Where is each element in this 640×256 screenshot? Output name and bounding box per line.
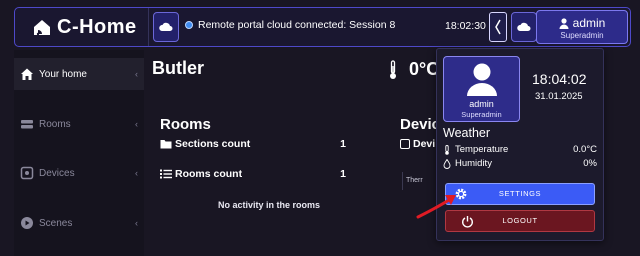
weather-title: Weather: [443, 126, 491, 140]
sidebar-item-label: Scenes: [39, 217, 73, 229]
avatar-icon: [466, 63, 497, 96]
devices-subtitle-text: Devi: [413, 138, 436, 150]
user-dropdown-panel: admin Superadmin 18:04:02 31.01.2025 Wea…: [436, 48, 604, 241]
sidebar: Your home ‹ Rooms ‹ Devices ‹ Scenes ‹: [14, 50, 144, 256]
rooms-count-value: 1: [340, 168, 346, 180]
cloud-status-button[interactable]: [153, 12, 179, 42]
sidebar-item-devices[interactable]: Devices ‹: [14, 157, 144, 189]
user-icon: [559, 17, 569, 29]
brand[interactable]: C-Home: [15, 8, 149, 46]
sections-count-label: Sections count: [175, 138, 251, 150]
cloud-icon: [517, 22, 531, 31]
logout-button-label: LOGOUT: [502, 216, 538, 225]
devices-card-title: Devic: [400, 116, 441, 133]
devices-icon: [20, 166, 34, 180]
weather-humidity-value: 0%: [583, 158, 597, 169]
user-role: Superadmin: [560, 31, 604, 40]
thermometer-icon: [445, 144, 449, 155]
folder-icon: [160, 140, 172, 149]
annotation-arrow-icon: [416, 195, 456, 219]
sections-count-value: 1: [340, 138, 346, 150]
list-icon: [160, 169, 172, 179]
devices-card-subtitle: Devi: [400, 138, 435, 150]
device-chip-thermostat[interactable]: Therr: [402, 172, 436, 190]
cloud-icon: [159, 22, 173, 31]
connection-notice: Remote portal cloud connected: Session 8: [185, 19, 395, 31]
chevron-left-icon: ‹: [135, 119, 138, 129]
device-box-icon: [400, 139, 410, 149]
connection-notice-text: Remote portal cloud connected: Session 8: [198, 19, 396, 31]
home-logo-icon: [34, 20, 50, 36]
panel-clock: 18:04:02: [532, 71, 587, 87]
weather-temperature-label: Temperature: [455, 144, 509, 155]
settings-button[interactable]: SETTINGS: [445, 183, 595, 205]
back-button[interactable]: [489, 12, 507, 42]
droplet-icon: [443, 158, 451, 169]
top-bar: C-Home Remote portal cloud connected: Se…: [14, 7, 631, 47]
profile-role: Superadmin: [461, 110, 502, 119]
sidebar-item-label: Devices: [39, 167, 75, 179]
sections-count-row: Sections count 1: [160, 138, 350, 150]
sidebar-item-rooms[interactable]: Rooms ‹: [14, 108, 144, 140]
power-icon: [462, 216, 473, 228]
chevron-left-icon: [495, 19, 501, 35]
connection-status-icon: [185, 21, 193, 29]
weather-humidity-label: Humidity: [455, 158, 492, 169]
chevron-left-icon: ‹: [135, 69, 138, 79]
user-name: admin: [572, 16, 606, 30]
rooms-empty-text: No activity in the rooms: [218, 200, 321, 210]
page-title: Butler: [152, 58, 205, 78]
weather-humidity-row: Humidity 0%: [443, 158, 597, 169]
rooms-card: Rooms Sections count 1 Rooms count 1: [160, 116, 360, 180]
sidebar-item-label: Rooms: [39, 118, 71, 130]
rooms-count-row: Rooms count 1: [160, 168, 350, 180]
chevron-left-icon: ‹: [135, 168, 138, 178]
sidebar-item-scenes[interactable]: Scenes ‹: [14, 207, 144, 239]
weather-temperature-row: Temperature 0.0°C: [443, 144, 597, 155]
panel-date: 31.01.2025: [535, 91, 583, 102]
brand-name: C-Home: [57, 15, 137, 38]
profile-name: admin: [469, 99, 494, 109]
play-circle-icon: [21, 217, 33, 229]
sidebar-item-your-home[interactable]: Your home ‹: [14, 58, 144, 90]
cloud-button[interactable]: [511, 12, 537, 42]
rooms-count-label: Rooms count: [175, 168, 243, 180]
rooms-card-title: Rooms: [160, 116, 211, 133]
logout-button[interactable]: LOGOUT: [445, 210, 595, 232]
user-menu-button[interactable]: admin Superadmin: [536, 10, 628, 44]
thermometer-icon: [390, 60, 396, 79]
chevron-left-icon: ‹: [135, 218, 138, 228]
settings-button-label: SETTINGS: [498, 189, 542, 198]
home-temperature: 0°C: [409, 59, 440, 79]
sidebar-item-label: Your home: [39, 68, 87, 80]
weather-temperature-value: 0.0°C: [573, 144, 597, 155]
header-clock: 18:02:30: [445, 20, 486, 32]
home-icon: [21, 68, 33, 80]
rooms-icon: [21, 120, 33, 129]
profile-card[interactable]: admin Superadmin: [443, 56, 520, 122]
